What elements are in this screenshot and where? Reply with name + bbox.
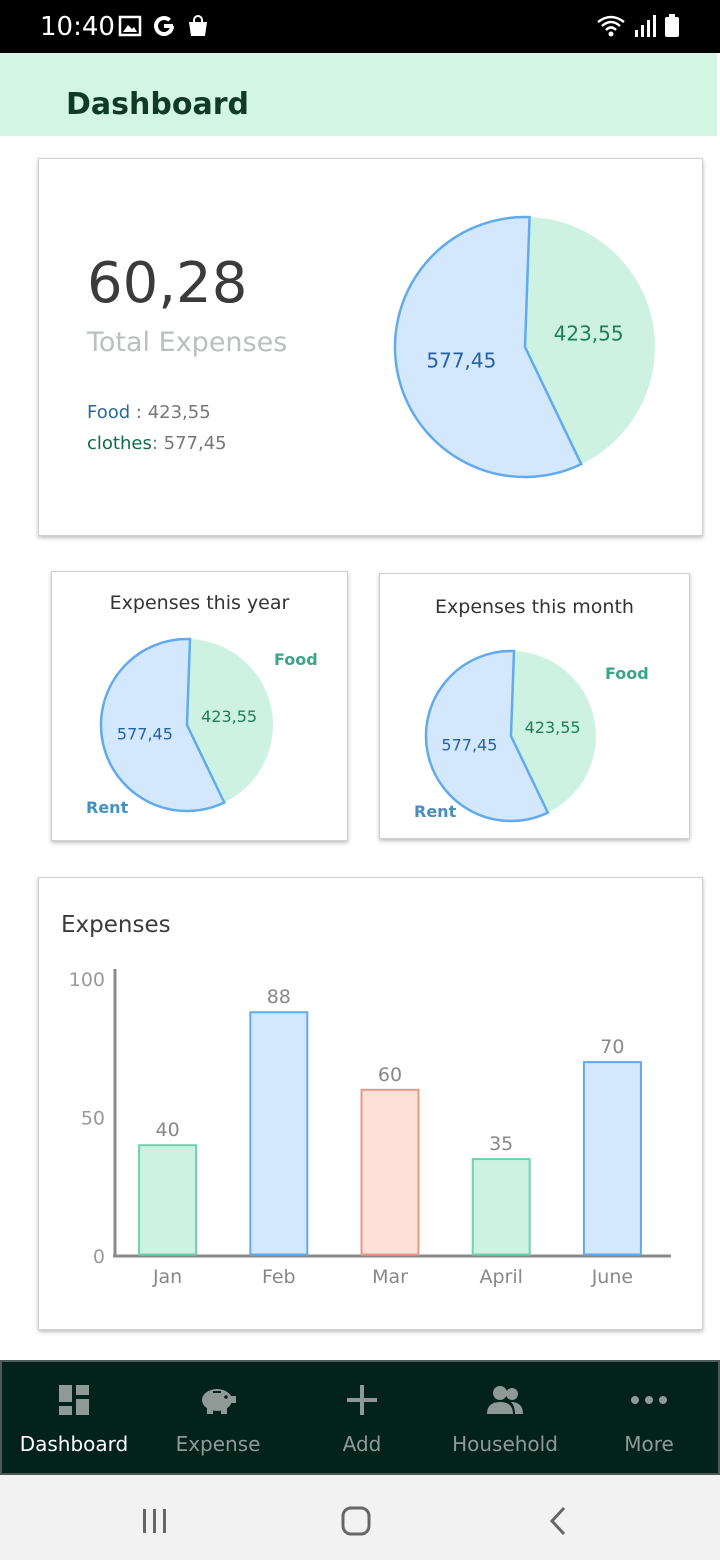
status-time: 10:40: [40, 12, 115, 42]
bottom-navigation: Dashboard Expense Add Household More: [0, 1360, 720, 1475]
bar-value-label: 35: [489, 1133, 513, 1155]
x-tick-label: Jan: [152, 1266, 182, 1288]
nav-add[interactable]: Add: [290, 1362, 434, 1473]
nav-label: Dashboard: [19, 1432, 129, 1456]
piggy-bank-icon: [199, 1384, 237, 1421]
system-navigation-bar: [0, 1475, 720, 1560]
status-bar: 10:40: [0, 0, 720, 53]
nav-household[interactable]: Household: [433, 1362, 577, 1473]
nav-more[interactable]: More: [577, 1362, 720, 1473]
system-icons: [596, 14, 680, 38]
bar-june[interactable]: [582, 1061, 642, 1256]
pie-value-label: 423,55: [201, 707, 257, 726]
x-tick-label: Feb: [262, 1266, 296, 1288]
people-icon: [485, 1384, 525, 1421]
pie-value-label: 577,45: [426, 348, 496, 372]
recent-apps-icon[interactable]: [140, 1507, 170, 1535]
bar-april[interactable]: [471, 1158, 531, 1256]
app-bar: Dashboard: [0, 53, 717, 136]
x-tick-label: June: [591, 1266, 633, 1288]
x-tick-label: Mar: [372, 1266, 408, 1288]
summary-pie-chart: 423,55 577,45: [393, 215, 656, 479]
total-expenses-card[interactable]: 60,28 Total Expenses Food : 423,55 cloth…: [38, 158, 703, 536]
more-dots-icon: [629, 1384, 669, 1421]
wifi-icon: [597, 15, 625, 37]
image-icon: [118, 15, 142, 37]
expenses-bar-card[interactable]: Expenses 0 50 100 40 Jan 88 Feb 60 Mar 35 April 70 J…: [38, 877, 703, 1330]
google-icon: [154, 16, 174, 36]
x-tick-label: April: [479, 1266, 522, 1288]
battery-icon: [665, 14, 679, 37]
back-icon[interactable]: [546, 1505, 570, 1537]
home-icon[interactable]: [340, 1505, 372, 1537]
y-tick-label: 50: [81, 1108, 105, 1130]
page-title: Dashboard: [66, 87, 249, 122]
plus-icon: [346, 1384, 378, 1421]
nav-dashboard[interactable]: Dashboard: [2, 1362, 146, 1473]
nav-expense[interactable]: Expense: [146, 1362, 290, 1473]
bar-mar[interactable]: [360, 1088, 420, 1256]
month-pie-chart: 423,55 577,45: [424, 649, 596, 823]
nav-label: Household: [452, 1432, 558, 1456]
y-tick-label: 100: [69, 969, 105, 991]
expenses-month-card[interactable]: Expenses this month Food Rent 423,55 577,…: [379, 573, 690, 839]
pie-value-label: 577,45: [441, 735, 497, 754]
pie-value-label: 577,45: [117, 724, 173, 743]
bar-feb[interactable]: [249, 1011, 309, 1256]
pie-value-label: 423,55: [525, 718, 581, 737]
year-pie-chart: 423,55 577,45: [99, 637, 273, 813]
bar-value-label: 40: [156, 1119, 180, 1141]
dashboard-icon: [58, 1384, 90, 1421]
bar-value-label: 70: [600, 1036, 624, 1058]
signal-icon: [635, 15, 656, 37]
expenses-year-card[interactable]: Expenses this year Food Rent 423,55 577,4…: [51, 571, 348, 841]
bar-value-label: 60: [378, 1064, 402, 1086]
bar-value-label: 88: [267, 986, 291, 1008]
nav-label: Expense: [175, 1432, 261, 1456]
expenses-bar-chart: 0 50 100 40 Jan 88 Feb 60 Mar 35 April 70 June: [69, 969, 671, 1288]
nav-label: Add: [342, 1432, 382, 1456]
nav-label: More: [624, 1432, 674, 1456]
notification-icons: [118, 14, 210, 38]
pie-value-label: 423,55: [554, 322, 624, 346]
y-tick-label: 0: [93, 1246, 105, 1268]
bar-jan[interactable]: [138, 1144, 198, 1256]
shopping-bag-icon: [189, 15, 207, 36]
